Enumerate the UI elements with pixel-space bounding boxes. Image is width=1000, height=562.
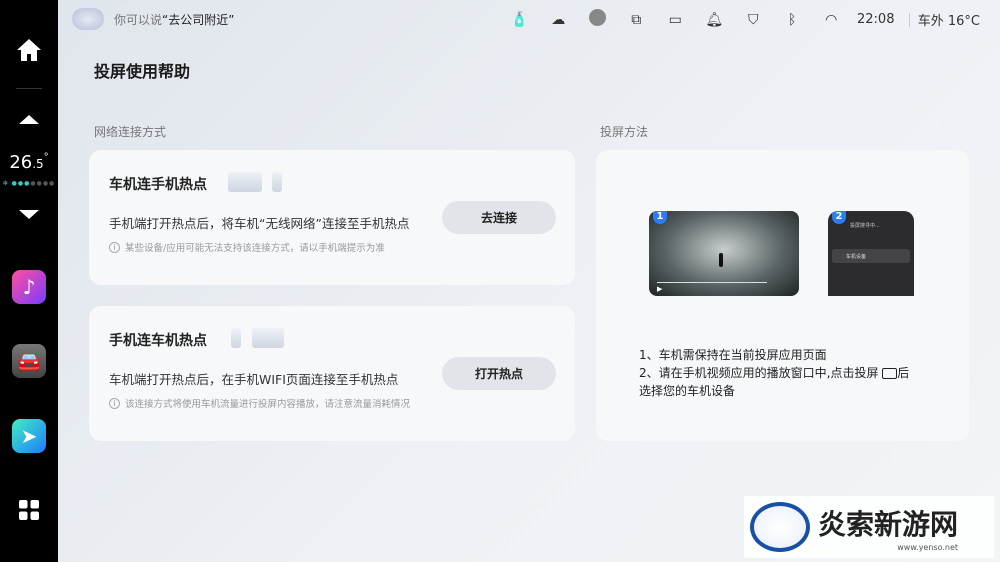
step-badge: 1 bbox=[653, 211, 667, 224]
card-note: i 某些设备/应用可能无法支持该连接方式，请以手机端提示为准 bbox=[109, 240, 385, 254]
outside-temp: 车外 16°C bbox=[917, 14, 980, 29]
card-description: 手机端打开热点后，将车机“无线网络”连接至手机热点 bbox=[109, 216, 410, 231]
status-bar: 你可以说“去公司附近” 🧴 ☁ ⧉ ▭ 🔔︎ ⛉ ᛒ ◠ 22:08 车外 16… bbox=[58, 0, 1000, 38]
card-note-text: 某些设备/应用可能无法支持该连接方式，请以手机端提示为准 bbox=[125, 243, 385, 254]
open-hotspot-button[interactable]: 打开热点 bbox=[442, 357, 556, 390]
temperature-display: 26.5 ° bbox=[0, 152, 58, 173]
camera-icon[interactable]: ▭ bbox=[656, 12, 695, 28]
watermark: 炎索新游网 www.yenso.net bbox=[744, 496, 994, 558]
voice-hint-prefix: 你可以说 bbox=[114, 13, 163, 27]
watermark-name: 炎索新游网 bbox=[818, 507, 959, 541]
step-1: 1、车机需保持在当前投屏应用页面 bbox=[639, 348, 827, 362]
temp-unit: ° bbox=[43, 152, 49, 163]
instructions: 1、车机需保持在当前投屏应用页面 2、请在手机视频应用的播放窗口中,点击投屏 后… bbox=[639, 346, 909, 400]
temp-decimal: .5 bbox=[32, 157, 44, 171]
network-section-label: 网络连接方式 bbox=[94, 125, 167, 139]
phone-device-item: 车机设备 bbox=[832, 249, 910, 263]
temp-value: 26 bbox=[9, 152, 33, 173]
phone-to-car-hotspot-card: 手机连车机热点 车机端打开热点后，在手机WIFI页面连接至手机热点 i 该连接方式… bbox=[89, 306, 575, 441]
music-app-icon[interactable]: ♪ bbox=[0, 270, 58, 304]
step-badge: 2 bbox=[832, 211, 846, 224]
method-card: 1 ▶ 2 投屏搜寻中... 车机设备 1、车机需保持在当前投屏应用页面 2、请… bbox=[596, 150, 969, 441]
cloud-check-icon[interactable]: ☁ bbox=[539, 12, 578, 28]
step-2-suffix: 后 bbox=[897, 366, 910, 380]
figure bbox=[719, 253, 723, 267]
step-2: 2、请在手机视频应用的播放窗口中,点击投屏 bbox=[639, 366, 879, 380]
clock: 22:08 bbox=[857, 12, 895, 27]
card-title: 手机连车机热点 bbox=[109, 333, 207, 349]
home-icon[interactable] bbox=[0, 38, 58, 62]
car-screen-illustration: 1 ▶ bbox=[649, 211, 799, 296]
voice-hint: 你可以说“去公司附近” bbox=[114, 11, 234, 28]
card-description: 车机端打开热点后，在手机WIFI页面连接至手机热点 bbox=[109, 372, 399, 387]
avatar-icon[interactable] bbox=[578, 9, 617, 30]
car-app-icon[interactable]: 🚘 bbox=[0, 344, 58, 378]
fan-level-indicator[interactable]: ✻ ●●● ●●●● bbox=[0, 180, 58, 187]
phone-device-icon bbox=[272, 172, 282, 192]
phone-device-icon bbox=[231, 328, 241, 348]
voice-hint-command: “去公司附近” bbox=[162, 13, 235, 27]
car-device-icon bbox=[228, 172, 262, 192]
connect-button[interactable]: 去连接 bbox=[442, 201, 556, 234]
car-to-phone-hotspot-card: 车机连手机热点 手机端打开热点后，将车机“无线网络”连接至手机热点 i 某些设备/… bbox=[89, 150, 575, 285]
phone-title: 投屏搜寻中... bbox=[850, 223, 880, 229]
step-2-continued: 选择您的车机设备 bbox=[639, 384, 736, 398]
card-note: i 该连接方式将使用车机流量进行投屏内容播放，请注意流量消耗情况 bbox=[109, 396, 410, 410]
page-title: 投屏使用帮助 bbox=[94, 62, 191, 81]
play-icon: ▶ bbox=[657, 285, 663, 293]
method-section-label: 投屏方法 bbox=[600, 125, 649, 139]
multi-screen-icon[interactable]: ⧉ bbox=[617, 12, 656, 28]
bell-icon[interactable]: 🔔︎ bbox=[695, 12, 734, 28]
watermark-logo bbox=[750, 502, 810, 552]
bluetooth-icon[interactable]: ᛒ bbox=[773, 12, 812, 28]
info-icon: i bbox=[109, 241, 120, 253]
temp-up-icon[interactable] bbox=[0, 114, 58, 124]
voice-assistant-icon[interactable] bbox=[72, 8, 104, 30]
sidebar: 26.5 ° ✻ ●●● ●●●● ♪ 🚘 ➤ bbox=[0, 0, 58, 562]
navigation-app-icon[interactable]: ➤ bbox=[0, 419, 58, 453]
card-note-text: 该连接方式将使用车机流量进行投屏内容播放，请注意流量消耗情况 bbox=[125, 399, 411, 410]
watermark-url: www.yenso.net bbox=[897, 542, 959, 552]
divider bbox=[908, 12, 910, 27]
progress-bar bbox=[657, 282, 767, 283]
app-grid-icon[interactable] bbox=[0, 500, 58, 520]
temp-down-icon[interactable] bbox=[0, 210, 58, 220]
phone-screen-illustration: 2 投屏搜寻中... 车机设备 bbox=[828, 211, 914, 296]
card-title: 车机连手机热点 bbox=[109, 177, 207, 193]
bottle-icon[interactable]: 🧴 bbox=[500, 12, 539, 28]
info-icon: i bbox=[109, 397, 120, 409]
car-device-icon bbox=[252, 328, 284, 348]
divider bbox=[16, 88, 42, 89]
wifi-icon[interactable]: ◠ bbox=[812, 12, 851, 28]
shield-check-icon[interactable]: ⛉ bbox=[734, 12, 773, 28]
cast-icon bbox=[882, 368, 898, 379]
